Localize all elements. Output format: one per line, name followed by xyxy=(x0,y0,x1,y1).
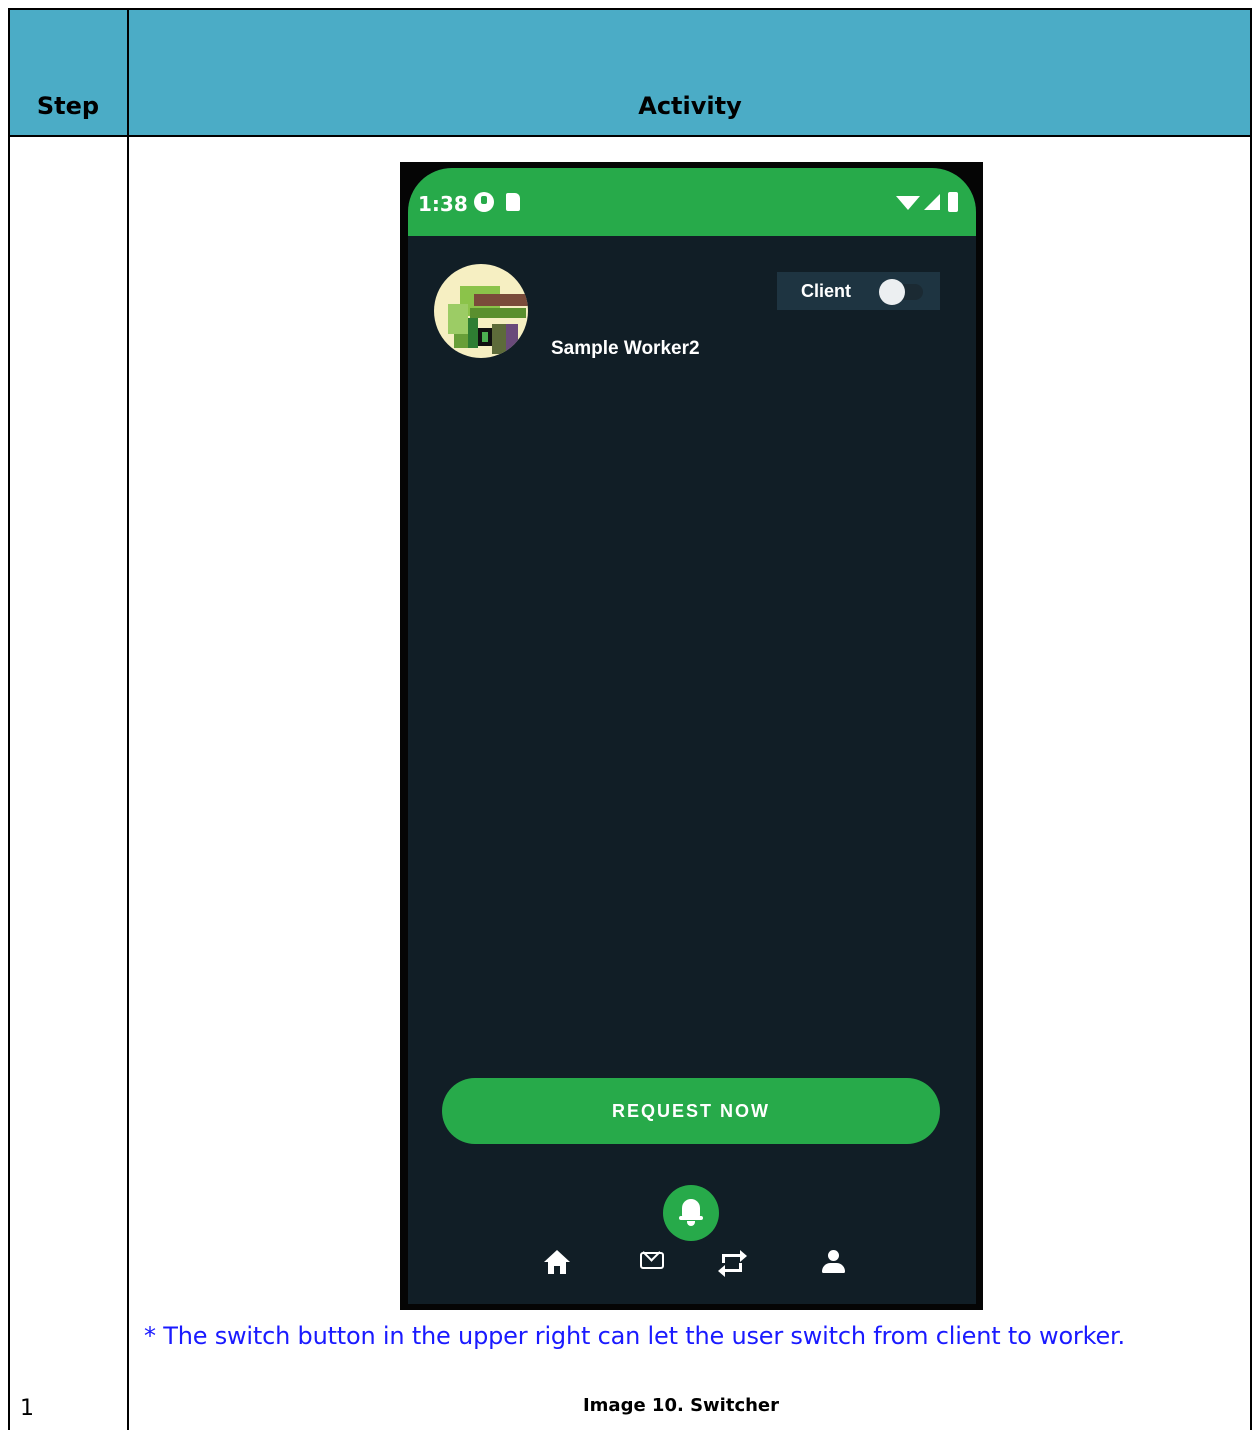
wifi-icon xyxy=(896,196,920,210)
request-now-button[interactable]: REQUEST NOW xyxy=(442,1078,940,1144)
sd-card-icon xyxy=(506,193,520,211)
bell-icon xyxy=(682,1199,700,1217)
switcher-label: Client xyxy=(801,281,852,301)
column-divider xyxy=(127,8,129,1430)
swap-icon[interactable] xyxy=(718,1248,748,1278)
mail-icon[interactable] xyxy=(639,1243,669,1278)
header-step: Step xyxy=(36,92,100,120)
bell-icon-base xyxy=(679,1216,703,1220)
step-number: 1 xyxy=(20,1396,34,1421)
client-switcher[interactable]: Client xyxy=(777,272,940,310)
signal-icon xyxy=(924,194,940,210)
explanatory-note: * The switch button in the upper right c… xyxy=(144,1322,1125,1350)
profile-name: Sample Worker2 xyxy=(551,338,700,359)
battery-icon xyxy=(948,192,958,212)
person-icon[interactable] xyxy=(819,1248,849,1278)
header-divider xyxy=(8,135,1252,137)
figure-caption: Image 10. Switcher xyxy=(582,1395,780,1416)
phone-screenshot: 1:38 Sample Worker2 Client REQUEST NOW xyxy=(400,162,983,1310)
switch-thumb[interactable] xyxy=(879,279,905,305)
notification-fab[interactable] xyxy=(663,1185,719,1241)
home-icon[interactable] xyxy=(542,1248,572,1278)
data-saver-icon xyxy=(474,192,494,212)
status-icons-right xyxy=(896,192,966,214)
status-time: 1:38 xyxy=(418,192,468,216)
bell-icon-clapper xyxy=(687,1221,695,1226)
table-border-left xyxy=(8,8,10,1430)
avatar[interactable] xyxy=(434,264,528,358)
header-activity: Activity xyxy=(638,92,742,120)
table-border-top xyxy=(8,8,1252,10)
status-bar: 1:38 xyxy=(408,168,976,236)
phone-screen: 1:38 Sample Worker2 Client REQUEST NOW xyxy=(408,168,976,1304)
